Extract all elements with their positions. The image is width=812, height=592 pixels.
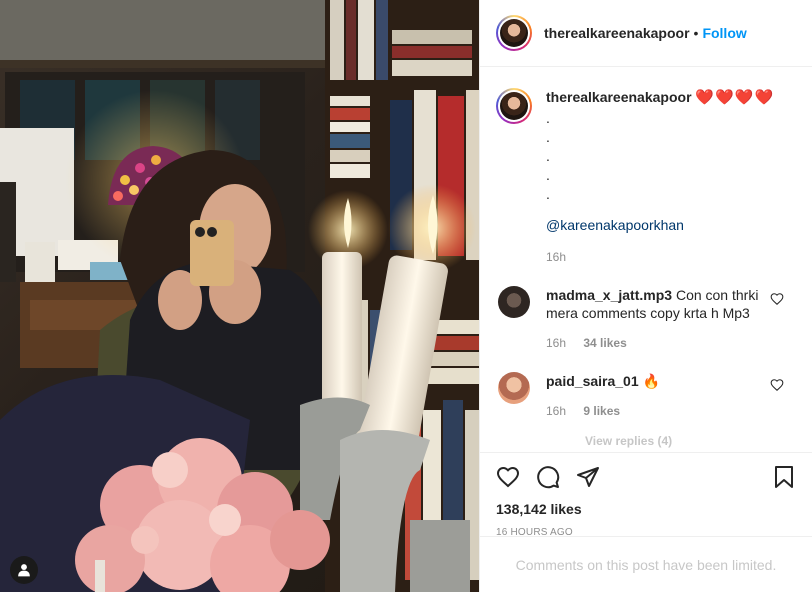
commenter-avatar[interactable] [498,286,530,318]
caption-time[interactable]: 16h [546,248,774,266]
post-actions: 138,142 likes 16 HOURS AGO [480,452,812,538]
caption-dot: . [546,148,550,164]
heart-outline-icon[interactable] [770,292,784,306]
post-likes-count[interactable]: 138,142 likes [496,501,796,517]
caption-avatar[interactable] [496,88,532,124]
post-caption: therealkareenakapoor ❤️❤️❤️❤️ . . . . . … [496,88,796,266]
caption-text: ❤️❤️❤️❤️ [695,89,775,106]
caption-mention-link[interactable]: @kareenakapoorkhan [546,216,774,234]
header-separator: • [693,25,699,41]
paper-plane-icon[interactable] [576,465,600,489]
view-replies-button[interactable]: View replies (4) [585,434,796,448]
user-icon [18,564,30,577]
commenter-avatar[interactable] [498,372,530,404]
comment-item: madma_x_jatt.mp3 Con con thrki mera comm… [496,286,796,352]
heart-outline-icon[interactable] [770,378,784,392]
bookmark-icon[interactable] [772,465,796,489]
author-avatar[interactable] [496,15,532,51]
caption-username[interactable]: therealkareenakapoor [546,89,692,105]
post-photo[interactable] [0,0,479,592]
author-username[interactable]: therealkareenakapoor [544,25,690,41]
caption-dot: . [546,110,550,126]
heart-outline-icon[interactable] [496,465,520,489]
caption-dot: . [546,167,550,183]
post-header: therealkareenakapoor • Follow [480,0,812,67]
caption-dot: . [546,129,550,145]
commenter-username[interactable]: madma_x_jatt.mp3 [546,287,672,303]
follow-button[interactable]: Follow [702,25,746,41]
comment-time[interactable]: 16h [546,336,566,350]
comment-time[interactable]: 16h [546,404,566,418]
comment-likes[interactable]: 9 likes [583,404,620,418]
comments-limited-notice: Comments on this post have been limited. [480,536,812,592]
comments-list[interactable]: therealkareenakapoor ❤️❤️❤️❤️ . . . . . … [480,68,812,452]
photo-scene [0,0,479,592]
comment-likes[interactable]: 34 likes [583,336,626,350]
instagram-post: therealkareenakapoor • Follow therealkar… [0,0,812,592]
comment-text: 🔥 [642,373,660,389]
comment-bubble-icon[interactable] [536,465,560,489]
user-tag-button[interactable] [10,556,38,584]
comment-item: paid_saira_01 🔥 16h 9 likes [496,372,796,420]
commenter-username[interactable]: paid_saira_01 [546,373,639,389]
caption-dot: . [546,186,550,202]
post-side-panel: therealkareenakapoor • Follow therealkar… [479,0,812,592]
